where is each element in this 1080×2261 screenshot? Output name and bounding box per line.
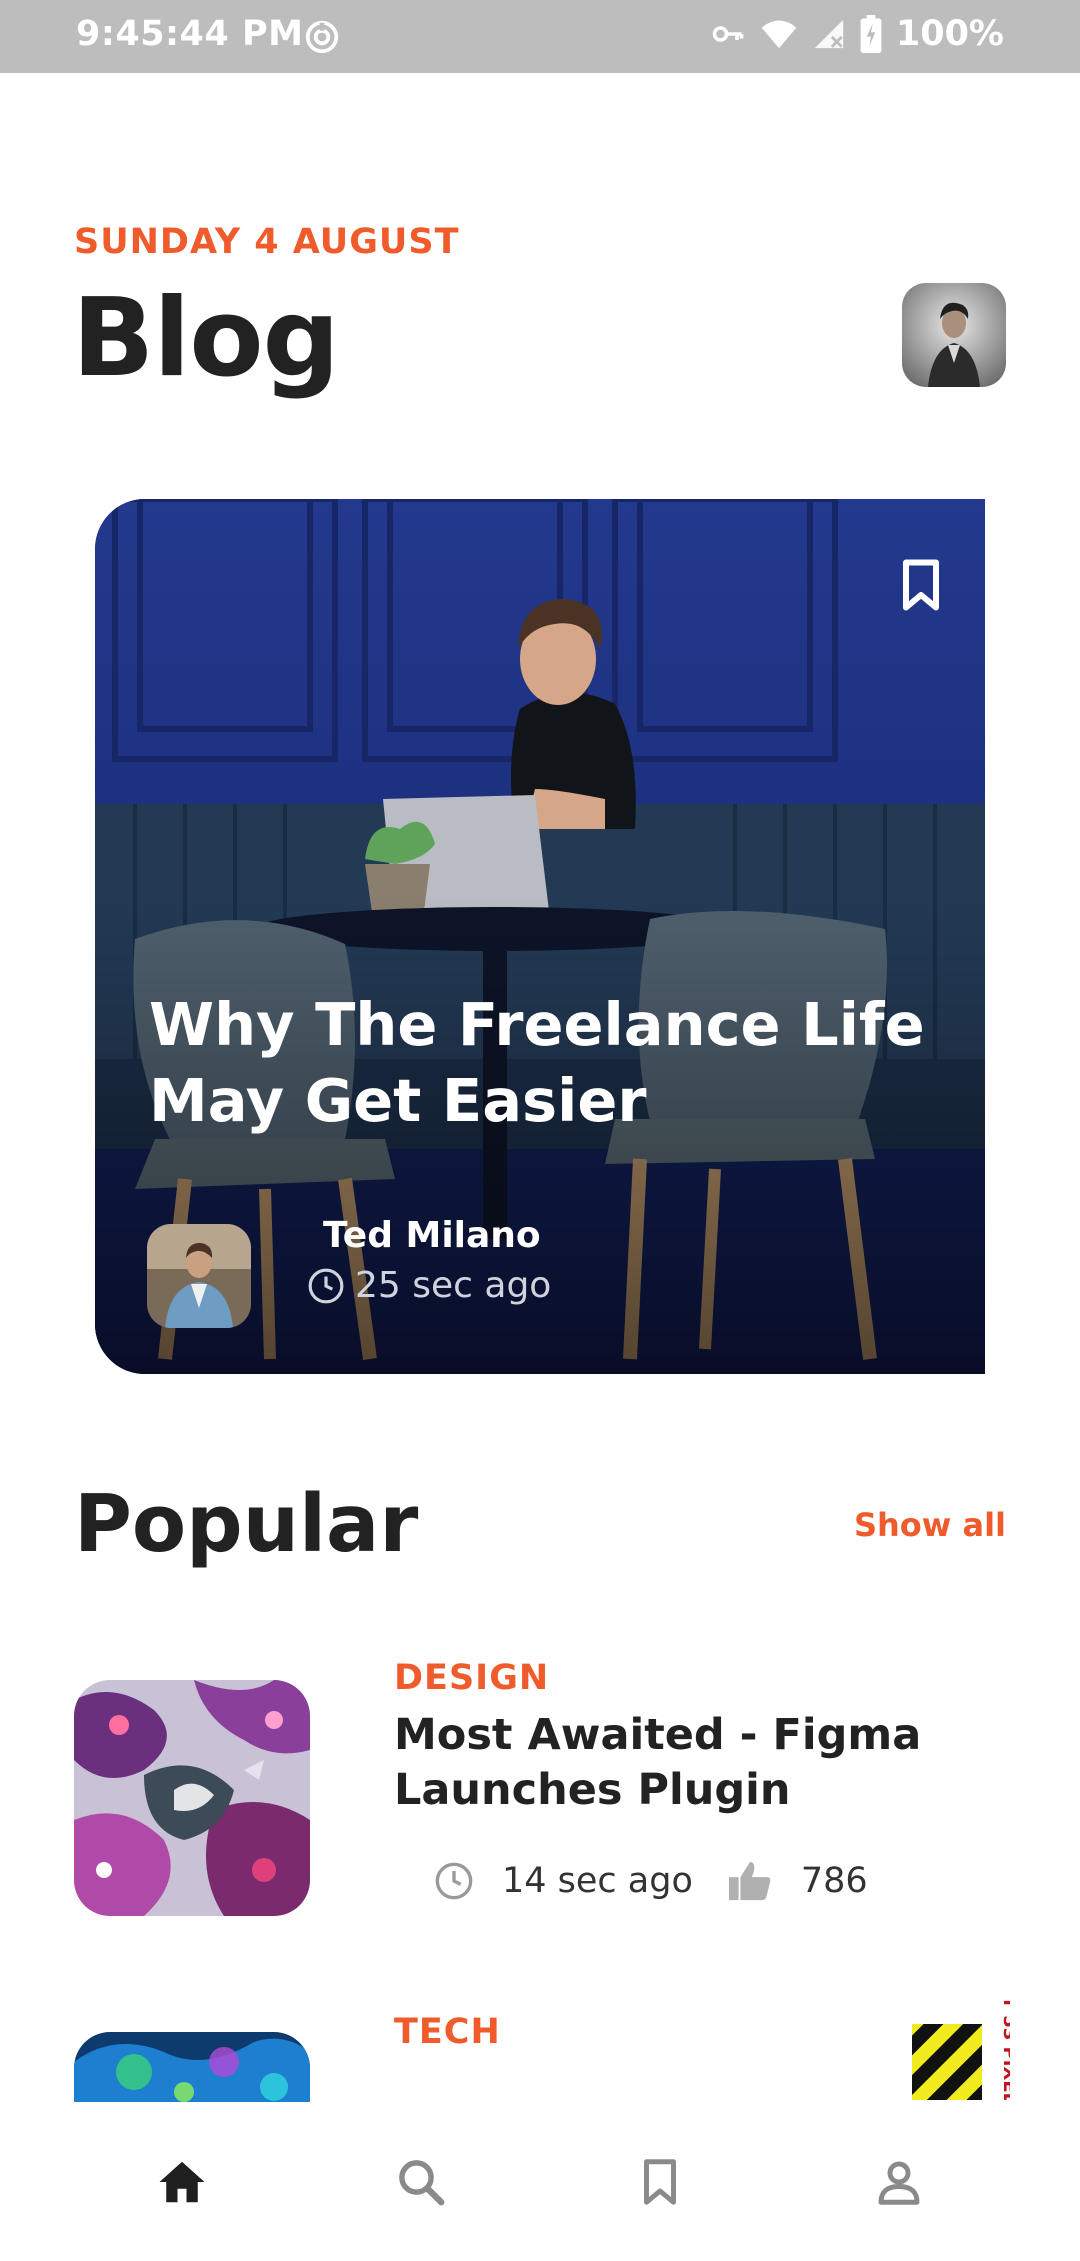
status-bar: 9:45:44 PM 100% [0,0,1080,73]
post-likes: 786 [800,1861,868,1901]
vpn-key-icon [712,26,744,42]
post-time: 14 sec ago [502,1861,693,1901]
post-title: Most Awaited - Figma Launches Plugin [394,1710,922,1815]
post-meta: 14 sec ago 786 [434,1860,868,1902]
signal-icon [814,19,844,49]
wifi-icon [761,20,797,49]
post-thumbnail [74,1680,310,1916]
page-title: Blog [72,276,340,401]
section-title-popular: Popular [74,1478,419,1570]
nav-search[interactable] [361,2132,481,2232]
post-image [74,2032,310,2102]
profile-icon [878,2161,919,2205]
nav-bookmarks[interactable] [600,2132,720,2232]
status-icons: 100% [710,14,1004,54]
clock-icon [435,1862,473,1900]
thumbs-up-icon[interactable] [727,1860,773,1902]
bottom-navigation [0,2102,1080,2261]
featured-time: 25 sec ago [355,1265,552,1306]
show-all-link[interactable]: Show all [854,1506,1006,1544]
list-item[interactable]: TECH [74,2012,1014,2102]
author-avatar [147,1224,251,1328]
featured-time-row: 25 sec ago [307,1265,551,1306]
clock-icon [308,1268,344,1303]
featured-post-card[interactable]: Why The Freelance Life May Get Easier Te… [95,499,985,1374]
list-item[interactable]: DESIGN Most Awaited - Figma Launches Plu… [74,1658,1014,1920]
post-image [74,1680,310,1916]
featured-author: Ted Milano [323,1215,541,1256]
avatar-photo [902,283,1006,387]
bookmark-icon[interactable] [891,555,951,615]
search-icon [398,2159,444,2205]
post-category: DESIGN [394,1658,550,1698]
nav-profile[interactable] [839,2132,959,2232]
profile-avatar[interactable] [902,283,1006,387]
author-photo [147,1224,251,1328]
ad-badge-graphic: Y 53 PIXELS [912,1996,1010,2100]
post-thumbnail [74,2032,310,2102]
ad-badge: Y 53 PIXELS [912,1996,1010,2100]
header-date: SUNDAY 4 AUGUST [74,222,460,262]
bookmark-icon [643,2158,676,2205]
status-time: 9:45:44 PM [76,14,304,54]
battery-percent: 100% [895,14,1004,54]
nav-home[interactable] [122,2132,242,2232]
battery-icon [860,15,882,53]
post-category: TECH [394,2012,501,2052]
home-icon [159,2161,204,2202]
data-saver-icon [305,20,339,54]
ad-badge-text: Y 53 PIXELS [999,1996,1010,2100]
featured-title: Why The Freelance Life May Get Easier [149,990,925,1135]
